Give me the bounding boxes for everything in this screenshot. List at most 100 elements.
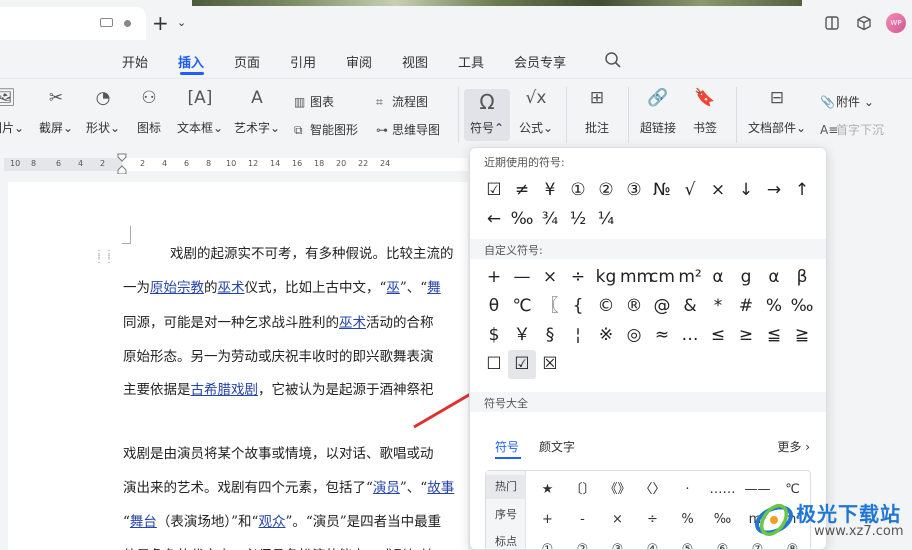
paragraph-line[interactable]: 戏剧的起源实不可考，有多种假说。比较主流的 — [170, 242, 468, 262]
symbol-cell[interactable]: ¾ — [536, 205, 564, 234]
symbol-cell-selected[interactable]: ☑ — [508, 350, 536, 379]
chart-button[interactable]: ▥ 图表 — [294, 93, 334, 110]
paragraph-line[interactable]: 戏剧是由演员将某个故事或情境，以对话、歌唱或动 — [123, 442, 468, 462]
wordart-button[interactable]: A 艺术字⌄ — [233, 85, 281, 136]
symbol-cell[interactable]: ② — [565, 535, 600, 549]
symbol-cell[interactable]: × — [704, 176, 732, 205]
symbol-cell[interactable]: … — [676, 321, 704, 350]
tab-tools[interactable]: 工具 — [458, 52, 484, 71]
symbol-cell[interactable]: ℃ — [508, 292, 536, 321]
symbol-cell[interactable]: ≈ — [648, 321, 676, 350]
formula-button[interactable]: √x 公式⌄ — [514, 85, 558, 136]
hyperlink-text[interactable]: 巫术 — [218, 280, 245, 296]
mindmap-button[interactable]: ⊶ 思维导图 — [376, 121, 440, 138]
symbol-cell[interactable]: ¦ — [564, 321, 592, 350]
symbol-cell[interactable]: 〈〉 — [635, 475, 670, 505]
search-icon[interactable] — [604, 51, 622, 69]
symbol-cell[interactable]: # — [732, 292, 760, 321]
symbol-cell[interactable]: ① — [530, 535, 565, 549]
symbol-cell[interactable]: × — [536, 263, 564, 292]
symbol-cell[interactable]: kg — [592, 263, 620, 292]
user-avatar[interactable]: WP — [886, 13, 906, 33]
split-view-icon[interactable] — [824, 15, 840, 31]
symbol-cell[interactable]: № — [648, 176, 676, 205]
symbol-cell[interactable]: ≦ — [760, 321, 788, 350]
symbol-cell[interactable]: + — [480, 263, 508, 292]
symbol-cell[interactable]: ½ — [564, 205, 592, 234]
symbol-cell[interactable]: cm — [648, 263, 676, 292]
tab-member[interactable]: 会员专享 — [514, 52, 566, 71]
symbol-cell[interactable]: 〖 — [536, 292, 564, 321]
new-tab-button[interactable]: + ⌄ — [152, 12, 192, 36]
symbol-cell[interactable]: ☐ — [480, 350, 508, 379]
symbol-cell[interactable]: ② — [592, 176, 620, 205]
screenshot-button[interactable]: ✂ 截屏⌄ — [36, 85, 76, 136]
symbol-cell[interactable]: { — [564, 292, 592, 321]
symbol-cell[interactable]: ≠ — [508, 176, 536, 205]
hyperlink-text[interactable]: 观众 — [258, 514, 285, 530]
symbol-cell[interactable]: ¼ — [592, 205, 620, 234]
tab-references[interactable]: 引用 — [290, 52, 316, 71]
indent-marker[interactable] — [117, 153, 127, 175]
tab-kaomoji[interactable]: 颜文字 — [539, 438, 575, 455]
symbol-cell[interactable]: · — [670, 475, 705, 505]
symbol-cell[interactable]: …… — [705, 475, 740, 505]
attachment-button[interactable]: 📎附件 ⌄ — [820, 93, 874, 110]
symbol-cell[interactable]: ÷ — [564, 263, 592, 292]
symbol-cell[interactable]: θ — [480, 292, 508, 321]
hyperlink-text[interactable]: 巫术 — [339, 315, 366, 331]
paragraph-line[interactable]: 他是角色的代言人，必须具备扮演的能力，戏剧与其 — [123, 544, 468, 550]
symbol-cell[interactable]: ¥ — [536, 176, 564, 205]
hyperlink-text[interactable]: 舞台 — [130, 514, 157, 530]
monitor-icon[interactable] — [100, 18, 113, 27]
paragraph-line[interactable]: 同源，可能是对一种乞求战斗胜利的巫术活动的合称 — [123, 311, 468, 331]
symbol-cell[interactable]: ★ — [530, 475, 565, 505]
hyperlink-text[interactable]: 故事 — [427, 480, 454, 496]
symbol-cell[interactable]: ￥ — [508, 321, 536, 350]
symbol-cell[interactable]: 《》 — [600, 475, 635, 505]
hyperlink-text[interactable]: 演员 — [373, 480, 400, 496]
tab-symbols[interactable]: 符号 — [495, 438, 519, 455]
hyperlink-button[interactable]: 🔗 超链接 — [638, 85, 678, 136]
symbol-cell[interactable]: → — [760, 176, 788, 205]
symbol-cell[interactable]: ® — [620, 292, 648, 321]
tab-page[interactable]: 页面 — [234, 52, 260, 71]
symbol-cell[interactable]: ≤ — [704, 321, 732, 350]
symbol-cell[interactable]: ※ — [592, 321, 620, 350]
symbol-cell[interactable]: & — [676, 292, 704, 321]
symbol-cell[interactable]: ☑ — [480, 176, 508, 205]
tab-review[interactable]: 审阅 — [346, 52, 372, 71]
symbol-cell[interactable]: — — [508, 263, 536, 292]
symbol-cell[interactable]: mm — [620, 263, 653, 292]
symbol-cell[interactable]: % — [760, 292, 788, 321]
symbol-button[interactable]: Ω 符号⌃ — [464, 89, 510, 141]
tab-home[interactable]: 开始 — [122, 52, 148, 71]
symbol-cell[interactable]: ③ — [600, 535, 635, 549]
symbol-cell[interactable]: ‰ — [508, 205, 536, 234]
icon-button[interactable]: ⚇ 图标 — [132, 85, 166, 136]
category-punctuation[interactable]: 标点 — [486, 530, 526, 549]
symbol-cell[interactable]: β — [788, 263, 816, 292]
symbol-cell[interactable]: ① — [564, 176, 592, 205]
chevron-down-icon[interactable]: ⌄ — [177, 12, 186, 34]
symbol-cell[interactable]: + — [530, 505, 565, 535]
symbol-cell[interactable]: ≧ — [788, 321, 816, 350]
symbol-cell[interactable]: ÷ — [635, 505, 670, 535]
drag-handle-icon[interactable]: ⋮⋮ ⋮⋮ — [94, 250, 114, 268]
symbol-cell[interactable]: × — [600, 505, 635, 535]
symbol-cell[interactable]: ← — [480, 205, 508, 234]
symbol-cell[interactable]: $ — [480, 321, 508, 350]
symbol-cell[interactable]: ◎ — [620, 321, 648, 350]
symbol-cell[interactable]: - — [565, 505, 600, 535]
symbol-cell[interactable]: ③ — [620, 176, 648, 205]
paragraph-line[interactable]: 演出来的艺术。戏剧有四个元素，包括了“演员”、“故事 — [123, 476, 468, 496]
flowchart-button[interactable]: ⌗ 流程图 — [376, 93, 428, 110]
symbol-cell[interactable]: @ — [648, 292, 676, 321]
bookmark-button[interactable]: 🔖 书签 — [688, 85, 722, 136]
symbol-cell[interactable]: ⑥ — [705, 535, 740, 549]
symbol-cell[interactable]: α — [704, 263, 732, 292]
symbol-cell[interactable]: ☒ — [536, 350, 564, 379]
comment-button[interactable]: ⊞ 批注 — [578, 85, 616, 136]
doc-parts-button[interactable]: ⊟ 文档部件⌄ — [746, 85, 808, 136]
paragraph-line[interactable]: “舞台（表演场地）”和“观众”。“演员”是四者当中最重 — [123, 510, 468, 530]
